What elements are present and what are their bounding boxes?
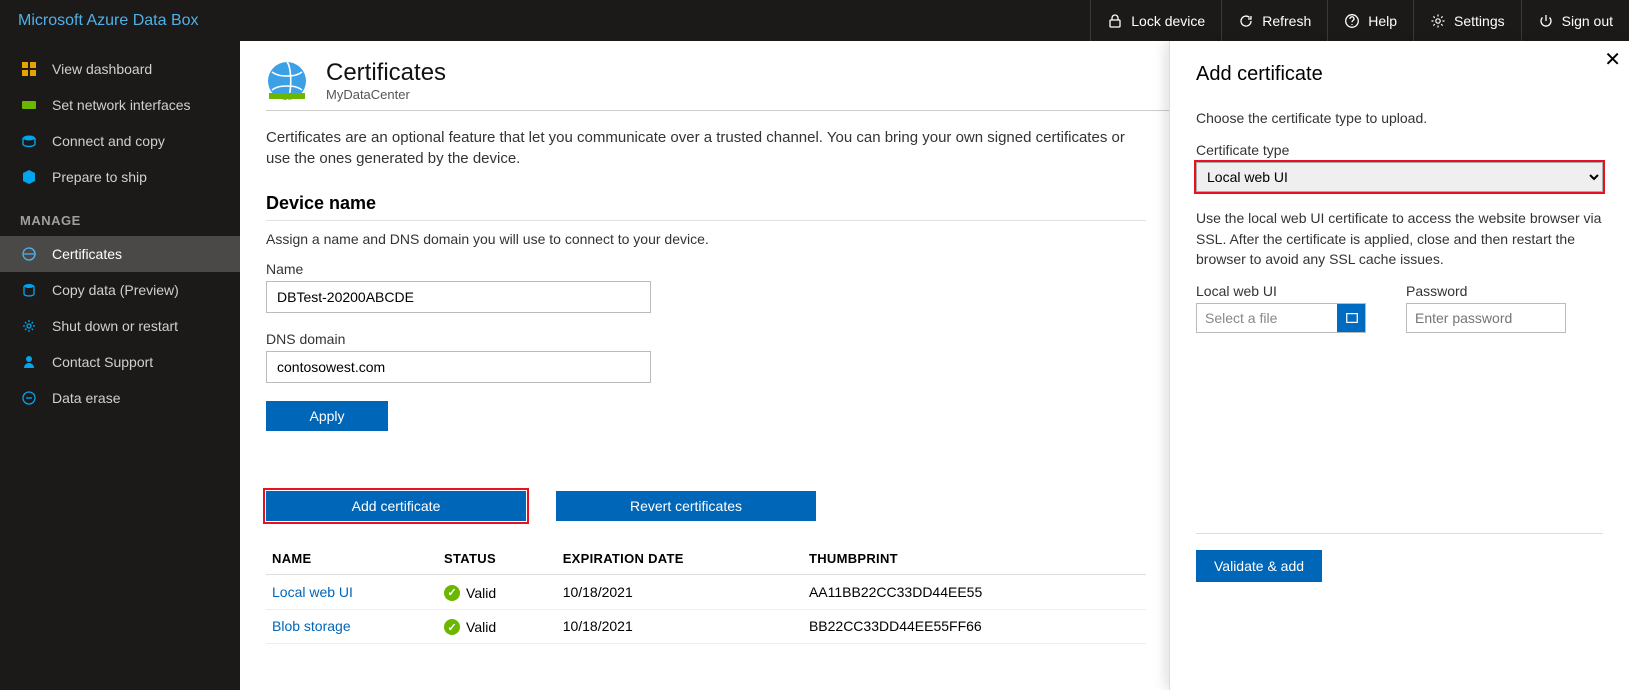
sidebar-item-prepare[interactable]: Prepare to ship bbox=[0, 159, 240, 195]
sidebar: View dashboard Set network interfaces Co… bbox=[0, 41, 240, 690]
dns-domain-input[interactable] bbox=[266, 351, 651, 383]
panel-intro: Choose the certificate type to upload. bbox=[1196, 108, 1603, 128]
certificate-icon bbox=[20, 245, 38, 263]
panel-divider bbox=[1196, 533, 1603, 534]
close-button[interactable]: ✕ bbox=[1604, 47, 1621, 72]
sidebar-item-label: Copy data (Preview) bbox=[52, 282, 179, 298]
col-exp: EXPIRATION DATE bbox=[557, 543, 803, 575]
apply-button[interactable]: Apply bbox=[266, 401, 388, 431]
sidebar-item-connect[interactable]: Connect and copy bbox=[0, 123, 240, 159]
password-input[interactable] bbox=[1406, 303, 1566, 333]
power-icon bbox=[1538, 13, 1554, 29]
topbar: Microsoft Azure Data Box Lock device Ref… bbox=[0, 0, 1629, 41]
check-icon: ✓ bbox=[444, 585, 460, 601]
status-badge: ✓Valid bbox=[444, 585, 496, 601]
refresh-icon bbox=[1238, 13, 1254, 29]
cert-thumb: BB22CC33DD44EE55FF66 bbox=[803, 609, 1146, 644]
sidebar-item-network[interactable]: Set network interfaces bbox=[0, 87, 240, 123]
lock-device-button[interactable]: Lock device bbox=[1090, 0, 1221, 41]
panel-title: Add certificate bbox=[1196, 63, 1603, 86]
cert-thumb: AA11BB22CC33DD44EE55 bbox=[803, 575, 1146, 610]
gear-small-icon bbox=[20, 317, 38, 335]
page-description: Certificates are an optional feature tha… bbox=[266, 127, 1146, 169]
sidebar-item-label: Shut down or restart bbox=[52, 318, 178, 334]
sidebar-item-label: Prepare to ship bbox=[52, 169, 147, 185]
signout-label: Sign out bbox=[1562, 13, 1613, 29]
sidebar-item-label: Set network interfaces bbox=[52, 97, 191, 113]
sidebar-item-restart[interactable]: Shut down or restart bbox=[0, 308, 240, 344]
help-button[interactable]: Help bbox=[1327, 0, 1413, 41]
copy-icon bbox=[20, 132, 38, 150]
cert-type-label: Certificate type bbox=[1196, 142, 1603, 158]
sidebar-item-label: Data erase bbox=[52, 390, 120, 406]
certificates-table: NAME STATUS EXPIRATION DATE THUMBPRINT L… bbox=[266, 543, 1146, 644]
sidebar-item-label: Contact Support bbox=[52, 354, 153, 370]
sidebar-item-dashboard[interactable]: View dashboard bbox=[0, 51, 240, 87]
cert-link[interactable]: Blob storage bbox=[272, 618, 351, 634]
cert-link[interactable]: Local web UI bbox=[272, 584, 353, 600]
browse-icon[interactable] bbox=[1337, 304, 1365, 332]
table-row: Blob storage ✓Valid 10/18/2021 BB22CC33D… bbox=[266, 609, 1146, 644]
sidebar-item-erase[interactable]: Data erase bbox=[0, 380, 240, 416]
lock-icon bbox=[1107, 13, 1123, 29]
cert-exp: 10/18/2021 bbox=[557, 575, 803, 610]
add-certificate-panel: ✕ Add certificate Choose the certificate… bbox=[1169, 41, 1629, 690]
page-title: Certificates bbox=[326, 59, 446, 87]
gear-icon bbox=[1430, 13, 1446, 29]
sidebar-item-label: Certificates bbox=[52, 246, 122, 262]
sidebar-item-label: Connect and copy bbox=[52, 133, 165, 149]
cert-exp: 10/18/2021 bbox=[557, 609, 803, 644]
settings-label: Settings bbox=[1454, 13, 1505, 29]
sidebar-item-label: View dashboard bbox=[52, 61, 152, 77]
col-thumb: THUMBPRINT bbox=[803, 543, 1146, 575]
lock-label: Lock device bbox=[1131, 13, 1205, 29]
refresh-button[interactable]: Refresh bbox=[1221, 0, 1327, 41]
support-icon bbox=[20, 353, 38, 371]
table-row: Local web UI ✓Valid 10/18/2021 AA11BB22C… bbox=[266, 575, 1146, 610]
sidebar-heading-manage: MANAGE bbox=[0, 195, 240, 236]
signout-button[interactable]: Sign out bbox=[1521, 0, 1629, 41]
settings-button[interactable]: Settings bbox=[1413, 0, 1521, 41]
network-icon bbox=[20, 96, 38, 114]
file-picker[interactable]: Select a file bbox=[1196, 303, 1366, 333]
add-certificate-button[interactable]: Add certificate bbox=[266, 491, 526, 521]
brand: Microsoft Azure Data Box bbox=[0, 12, 217, 30]
sidebar-item-copydata[interactable]: Copy data (Preview) bbox=[0, 272, 240, 308]
data-icon bbox=[20, 281, 38, 299]
validate-add-button[interactable]: Validate & add bbox=[1196, 550, 1322, 582]
dashboard-icon bbox=[20, 60, 38, 78]
col-name: NAME bbox=[266, 543, 438, 575]
page-subtitle: MyDataCenter bbox=[326, 87, 446, 102]
erase-icon bbox=[20, 389, 38, 407]
cert-type-select[interactable]: Local web UI bbox=[1196, 162, 1603, 192]
globe-icon bbox=[266, 60, 308, 102]
password-label: Password bbox=[1406, 283, 1566, 299]
col-status: STATUS bbox=[438, 543, 557, 575]
sidebar-item-support[interactable]: Contact Support bbox=[0, 344, 240, 380]
cert-type-help: Use the local web UI certificate to acce… bbox=[1196, 208, 1603, 269]
file-placeholder: Select a file bbox=[1197, 310, 1337, 326]
help-icon bbox=[1344, 13, 1360, 29]
check-icon: ✓ bbox=[444, 619, 460, 635]
device-name-heading: Device name bbox=[266, 193, 1146, 221]
file-label: Local web UI bbox=[1196, 283, 1366, 299]
status-badge: ✓Valid bbox=[444, 619, 496, 635]
package-icon bbox=[20, 168, 38, 186]
device-name-input[interactable] bbox=[266, 281, 651, 313]
refresh-label: Refresh bbox=[1262, 13, 1311, 29]
revert-certificates-button[interactable]: Revert certificates bbox=[556, 491, 816, 521]
help-label: Help bbox=[1368, 13, 1397, 29]
sidebar-item-certificates[interactable]: Certificates bbox=[0, 236, 240, 272]
